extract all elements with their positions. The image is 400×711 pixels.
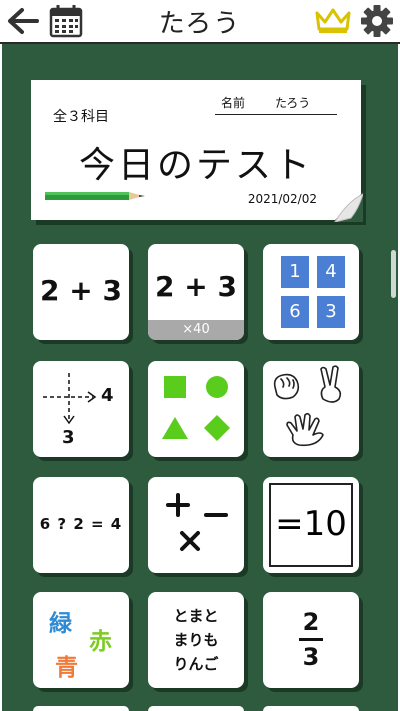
crown-icon[interactable]: [314, 7, 352, 35]
page-curl: [333, 192, 363, 222]
gear-icon[interactable]: [360, 4, 394, 38]
fraction: 2 3: [299, 608, 323, 671]
missing-operator-label: 6 ? 2 = 4: [39, 515, 123, 533]
question-count-badge: ×40: [148, 320, 244, 340]
number-card: 3: [317, 296, 345, 328]
tile-make-ten[interactable]: =10: [263, 477, 359, 573]
fraction-numerator: 2: [302, 608, 320, 636]
make-ten-label: =10: [269, 483, 353, 567]
tile-number-cards[interactable]: 1 4 6 3: [263, 244, 359, 340]
word-chain-line: とまと: [173, 607, 219, 625]
number-card: 6: [281, 296, 309, 328]
tile-next-row[interactable]: [33, 706, 129, 711]
number-line-right: 4: [101, 385, 114, 406]
tile-word-chain[interactable]: とまと まりも りんご: [148, 592, 244, 688]
scrollbar[interactable]: [391, 250, 396, 298]
subject-count: 全３科目: [53, 109, 109, 125]
word-chain-text: とまと まりも りんご: [148, 604, 244, 676]
color-word-red: 赤: [89, 629, 112, 655]
number-card: 1: [281, 256, 309, 288]
today-test-card[interactable]: 全３科目 名前 たろう 今日のテスト 2021/02/02: [31, 80, 363, 222]
dashed-arrows-icon: [43, 373, 97, 425]
addition-label: 2 + 3: [40, 274, 122, 307]
rock-paper-scissors-icon: [273, 365, 342, 447]
word-chain-line: りんご: [173, 655, 219, 673]
fraction-denominator: 3: [302, 643, 320, 671]
tile-missing-operator[interactable]: 6 ? 2 = 4: [33, 477, 129, 573]
tile-shapes[interactable]: [148, 361, 244, 457]
name-value: たろう: [275, 96, 311, 110]
tile-operators[interactable]: [148, 477, 244, 573]
number-card-grid: 1 4 6 3: [277, 254, 347, 330]
shapes-icon: [162, 376, 230, 441]
tile-number-line[interactable]: 4 3: [33, 361, 129, 457]
test-heading: 今日のテスト: [78, 145, 313, 186]
number-card: 4: [317, 256, 345, 288]
tile-next-row[interactable]: [148, 706, 244, 711]
tile-rock-paper-scissors[interactable]: [263, 361, 359, 457]
name-underline: [215, 114, 337, 115]
tile-fraction[interactable]: 2 3: [263, 592, 359, 688]
test-date: 2021/02/02: [247, 192, 317, 206]
name-label: 名前: [221, 96, 246, 110]
tile-color-words[interactable]: 緑 赤 青: [33, 592, 129, 688]
word-chain-line: まりも: [173, 631, 219, 649]
addition-timed-label: 2 + 3: [155, 270, 237, 303]
tile-addition-timed[interactable]: 2 + 3 ×40: [148, 244, 244, 340]
color-word-blue: 青: [55, 655, 78, 681]
number-line-down: 3: [62, 427, 75, 448]
pencil-icon: [45, 192, 145, 200]
fraction-bar: [299, 638, 323, 641]
top-bar: たろう: [0, 0, 400, 44]
tile-next-row[interactable]: [263, 706, 359, 711]
tile-addition[interactable]: 2 + 3: [33, 244, 129, 340]
plus-minus-times-icon: [166, 493, 228, 551]
color-word-green: 緑: [49, 611, 72, 637]
